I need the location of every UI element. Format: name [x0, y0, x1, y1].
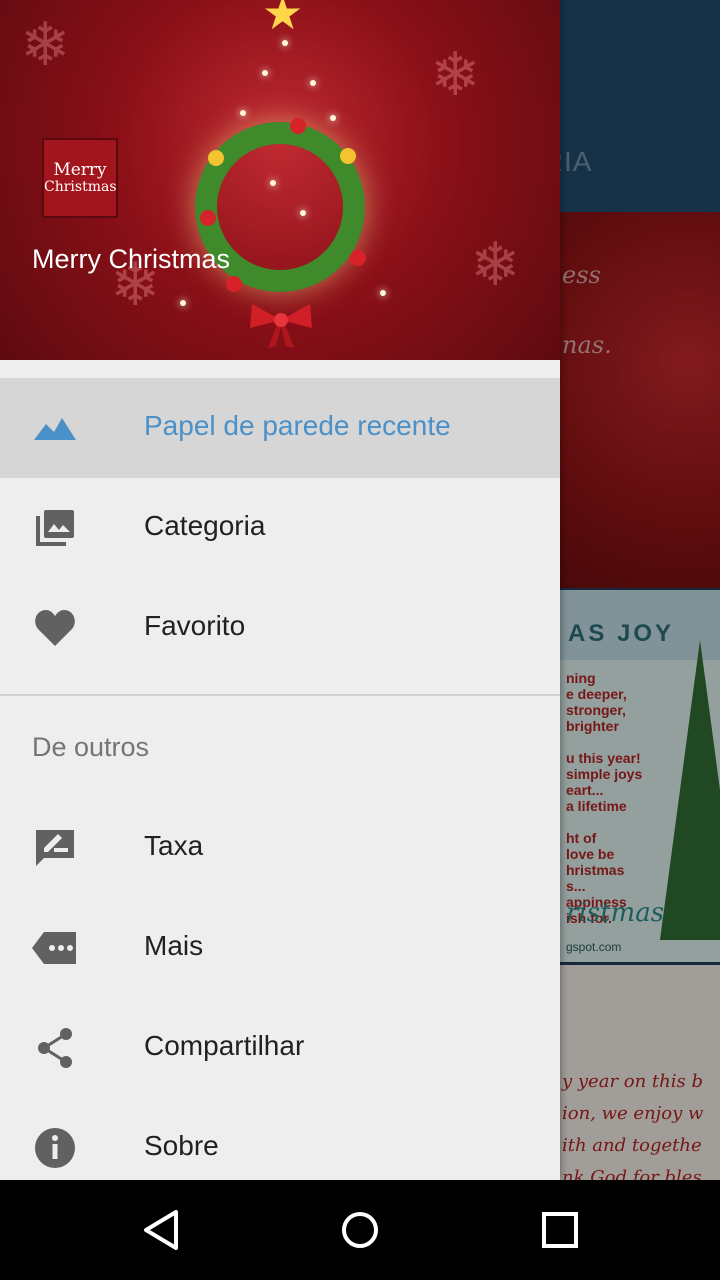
drawer-item-category[interactable]: Categoria	[0, 478, 560, 578]
snowflake-icon: ❄	[20, 11, 71, 78]
app-logo: Merry Christmas	[42, 138, 118, 218]
sparkle	[282, 40, 288, 46]
landscape-icon	[34, 418, 76, 440]
back-icon[interactable]	[130, 1200, 190, 1260]
ornament	[208, 150, 224, 166]
drawer-item-label: Taxa	[144, 830, 204, 861]
drawer-item-share[interactable]: Compartilhar	[0, 998, 560, 1098]
drawer-divider	[0, 694, 560, 696]
drawer-item-more[interactable]: Mais	[0, 898, 560, 998]
rate-review-icon	[36, 830, 74, 866]
sparkle	[180, 300, 186, 306]
drawer-item-label: Mais	[144, 930, 204, 961]
snowflake-icon: ❄	[430, 41, 481, 108]
drawer-item-label: Categoria	[144, 510, 266, 541]
drawer-item-label: Compartilhar	[144, 1030, 305, 1061]
ornament	[200, 210, 216, 226]
ornament	[226, 276, 242, 292]
home-icon[interactable]	[330, 1200, 390, 1260]
app-logo-text: Merry	[53, 160, 107, 180]
bow-icon	[250, 304, 312, 348]
system-navigation-bar	[0, 1180, 720, 1280]
drawer-item-label: Favorito	[144, 610, 246, 641]
drawer-item-recent-wallpapers[interactable]: Papel de parede recente	[0, 378, 560, 478]
drawer-item-about[interactable]: Sobre	[0, 1098, 560, 1180]
navigation-drawer: ❄ ❄ ❄ ❄ ★ Merry Christmas Merry Christma…	[0, 0, 560, 1180]
info-icon	[35, 1128, 75, 1168]
drawer-section-title: De outros	[32, 732, 150, 762]
sparkle	[330, 115, 336, 121]
sparkle	[262, 70, 268, 76]
photo-library-icon	[36, 510, 74, 546]
app-logo-text: Christmas	[44, 179, 117, 195]
drawer-header: ❄ ❄ ❄ ❄ ★ Merry Christmas Merry Christma…	[0, 0, 560, 360]
ornament	[350, 250, 366, 266]
sparkle	[380, 290, 386, 296]
drawer-item-label: Sobre	[144, 1130, 219, 1161]
sparkle	[310, 80, 316, 86]
drawer-item-favorite[interactable]: Favorito	[0, 578, 560, 678]
recents-icon[interactable]	[530, 1200, 590, 1260]
drawer-header-title: Merry Christmas	[32, 244, 231, 274]
heart-icon	[35, 610, 75, 646]
drawer-item-rate[interactable]: Taxa	[0, 798, 560, 898]
drawer-item-label: Papel de parede recente	[144, 410, 451, 441]
drawer-scrim[interactable]	[560, 0, 720, 1180]
more-tag-icon	[32, 932, 76, 964]
share-icon	[38, 1028, 72, 1068]
snowflake-icon: ❄	[470, 231, 521, 298]
ornament	[290, 118, 306, 134]
ornament	[340, 148, 356, 164]
sparkle	[240, 110, 246, 116]
star-icon: ★	[262, 0, 304, 39]
